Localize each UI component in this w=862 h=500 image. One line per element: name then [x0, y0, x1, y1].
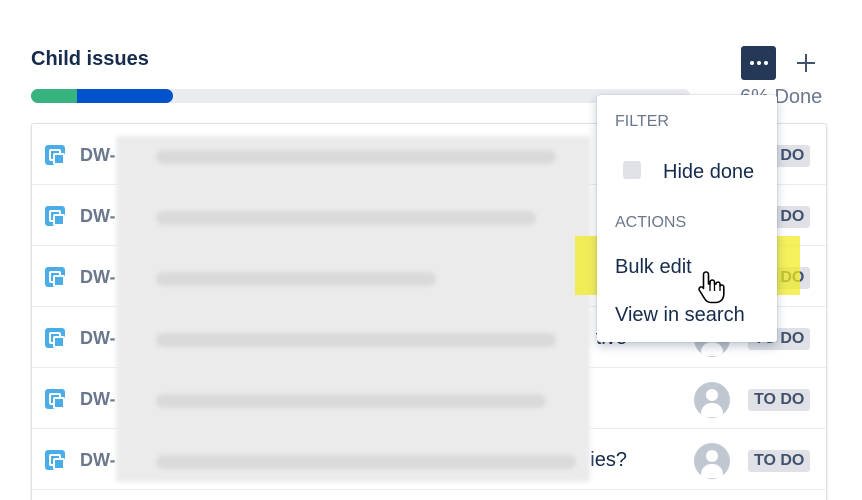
assignee-avatar[interactable]: [694, 443, 730, 479]
status-badge[interactable]: TO DO: [748, 450, 811, 472]
progress-in-progress-segment: [77, 89, 173, 103]
assignee-avatar[interactable]: [694, 382, 730, 418]
bulk-edit-menu-item[interactable]: Bulk edit: [597, 247, 777, 287]
plus-icon: [797, 54, 815, 72]
subtask-icon: [45, 328, 65, 348]
hand-pointer-icon: [698, 271, 725, 304]
bulk-edit-label: Bulk edit: [615, 256, 692, 278]
hide-done-checkbox[interactable]: [623, 161, 641, 179]
view-in-search-label: View in search: [615, 304, 745, 326]
issue-key[interactable]: DW-: [80, 450, 116, 471]
subtask-icon: [45, 450, 65, 470]
actions-dropdown-menu: FILTER Hide done ACTIONS Bulk edit View …: [597, 95, 777, 342]
actions-group-label: ACTIONS: [615, 214, 687, 231]
status-badge[interactable]: TO DO: [748, 389, 811, 411]
subtask-icon: [45, 206, 65, 226]
subtask-icon: [45, 145, 65, 165]
hide-done-label: Hide done: [663, 161, 755, 183]
issue-key[interactable]: DW-: [80, 206, 116, 227]
redacted-summaries: [116, 136, 590, 482]
section-title: Child issues: [31, 48, 149, 70]
more-actions-button[interactable]: [741, 46, 776, 80]
issue-key[interactable]: DW-: [80, 267, 116, 288]
progress-done-segment: [31, 89, 77, 103]
more-horizontal-icon: [749, 61, 768, 65]
issue-key[interactable]: DW-: [80, 145, 116, 166]
subtask-icon: [45, 389, 65, 409]
subtask-icon: [45, 267, 65, 287]
issue-key[interactable]: DW-: [80, 389, 116, 410]
add-child-issue-button[interactable]: [790, 46, 822, 80]
progress-bar: [31, 89, 690, 103]
issue-key[interactable]: DW-: [80, 328, 116, 349]
filter-group-label: FILTER: [615, 113, 669, 130]
view-in-search-menu-item[interactable]: View in search: [597, 295, 777, 335]
